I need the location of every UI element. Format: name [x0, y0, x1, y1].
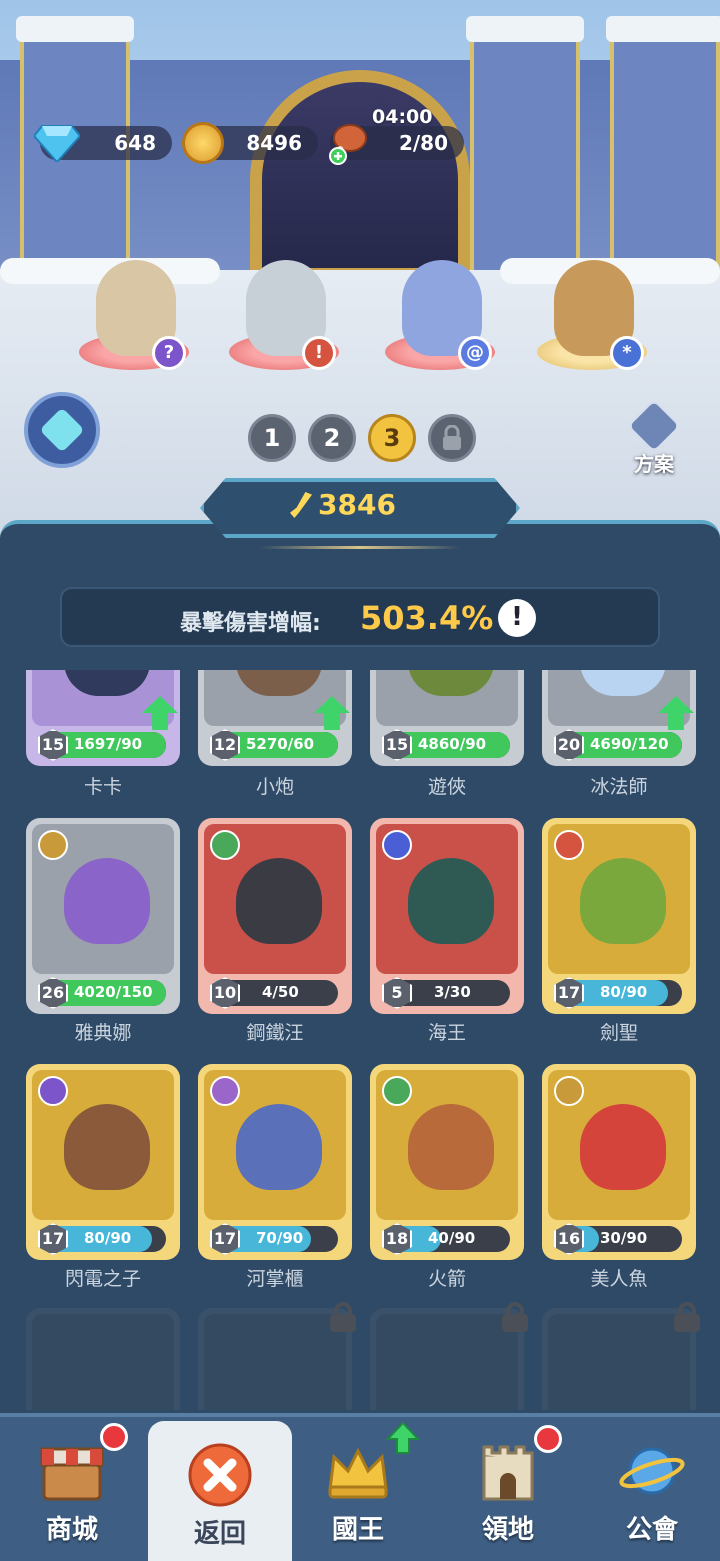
formation-slot-locked[interactable]	[428, 414, 476, 462]
class-badge-icon: ?	[152, 336, 186, 370]
nav-label: 返回	[193, 1519, 246, 1549]
hero-card[interactable]: 18 40/90	[370, 1064, 524, 1260]
formation-slot-1[interactable]: 1	[248, 414, 296, 462]
bonus-label: 暴擊傷害增幅:	[180, 611, 321, 636]
nav-territory[interactable]: 領地	[436, 1417, 580, 1561]
nav-shop[interactable]: 商城	[0, 1417, 144, 1561]
notification-dot	[534, 1425, 562, 1453]
class-badge-icon: @	[458, 336, 492, 370]
hero-name: 海王	[427, 1022, 466, 1044]
hero-card[interactable]: 15 1697/90	[26, 670, 180, 766]
divider	[260, 546, 460, 549]
hero-card[interactable]: 10 4/50	[198, 818, 352, 1014]
lock-icon	[330, 1302, 356, 1332]
nav-label: 領地	[481, 1515, 534, 1545]
stamina-value: 2/80	[398, 131, 448, 155]
hero-name: 雅典娜	[74, 1022, 132, 1044]
team-power: 3846	[290, 488, 450, 521]
crown-icon	[328, 1447, 388, 1499]
class-icon	[210, 1076, 240, 1106]
hero-card[interactable]: 12 5270/60	[198, 670, 352, 766]
hero-name: 遊俠	[427, 776, 466, 798]
meat-icon	[329, 124, 367, 165]
hero-name: 閃電之子	[64, 1268, 141, 1290]
locked-hero-card[interactable]	[370, 1308, 524, 1410]
hero-name: 卡卡	[83, 776, 122, 798]
hero-card[interactable]: 5 3/30	[370, 818, 524, 1014]
locked-hero-card[interactable]	[198, 1308, 352, 1410]
locked-hero-card[interactable]	[26, 1308, 180, 1410]
lineup-hero-2[interactable]: !	[224, 240, 344, 370]
info-icon[interactable]: !	[498, 599, 536, 637]
hero-name: 河掌櫃	[246, 1268, 304, 1290]
nav-king[interactable]: 國王	[286, 1417, 430, 1561]
hero-card[interactable]: 26 4020/150	[26, 818, 180, 1014]
lock-icon	[674, 1302, 700, 1332]
locked-hero-card[interactable]	[542, 1308, 696, 1410]
nav-label: 商城	[45, 1515, 98, 1545]
hero-name: 小炮	[255, 776, 294, 798]
lineup-hero-1[interactable]: ?	[74, 240, 194, 370]
hero-name: 劍聖	[599, 1022, 638, 1044]
class-icon	[382, 1076, 412, 1106]
gem-value: 648	[114, 131, 156, 155]
class-icon	[554, 1076, 584, 1106]
class-icon	[382, 830, 412, 860]
hero-name: 美人魚	[590, 1268, 648, 1290]
class-icon	[554, 830, 584, 860]
nav-back[interactable]: 返回	[148, 1421, 292, 1561]
hero-name: 鋼鐵汪	[246, 1022, 304, 1044]
hero-card[interactable]: 17 70/90	[198, 1064, 352, 1260]
coin-icon	[182, 122, 224, 164]
upgrade-arrow-icon	[386, 1421, 420, 1454]
helmet-icon	[626, 398, 682, 454]
class-icon	[38, 1076, 68, 1106]
hero-name: 冰法師	[590, 776, 648, 798]
notification-dot	[100, 1423, 128, 1451]
lineup-hero-3[interactable]: @	[380, 240, 500, 370]
bottom-nav: 商城 返回 國王 領地 公會	[0, 1413, 720, 1561]
nav-label: 公會	[625, 1515, 678, 1545]
hero-card[interactable]: 15 4860/90	[370, 670, 524, 766]
castle-icon	[482, 1445, 534, 1501]
hero-card[interactable]: 20 4690/120	[542, 670, 696, 766]
shop-icon	[40, 1447, 104, 1501]
hero-card[interactable]: 16 30/90	[542, 1064, 696, 1260]
close-icon	[188, 1443, 252, 1507]
lock-icon	[502, 1302, 528, 1332]
sword-icon	[290, 492, 312, 518]
lock-icon	[443, 424, 461, 450]
stamina-timer: 04:00	[372, 106, 433, 128]
hero-card[interactable]: 17 80/90	[26, 1064, 180, 1260]
planet-icon	[619, 1447, 685, 1495]
plan-label: 方案	[634, 452, 674, 476]
plan-button[interactable]: 方案	[622, 398, 686, 477]
hero-grid: 15 1697/90 卡卡 12 5270/60 小炮 15 4860/90 遊俠 2…	[0, 670, 720, 1410]
coin-value: 8496	[246, 131, 302, 155]
formation-slot-2[interactable]: 2	[308, 414, 356, 462]
power-value: 3846	[318, 488, 396, 521]
formation-slot-3[interactable]: 3	[368, 414, 416, 462]
nav-guild[interactable]: 公會	[580, 1417, 720, 1561]
lineup-hero-4[interactable]: *	[532, 240, 652, 370]
class-badge-icon: !	[302, 336, 336, 370]
hero-name: 火箭	[427, 1268, 466, 1290]
bonus-banner: 暴擊傷害增幅: 503.4% !	[60, 587, 660, 647]
nav-label: 國王	[331, 1515, 384, 1545]
hero-card[interactable]: 17 80/90	[542, 818, 696, 1014]
formation-menu-button[interactable]	[24, 392, 100, 468]
class-icon	[210, 830, 240, 860]
dpad-icon	[39, 407, 85, 453]
bonus-value: 503.4%	[360, 599, 494, 637]
diamond-icon	[34, 125, 80, 162]
class-badge-icon: *	[610, 336, 644, 370]
class-icon	[38, 830, 68, 860]
